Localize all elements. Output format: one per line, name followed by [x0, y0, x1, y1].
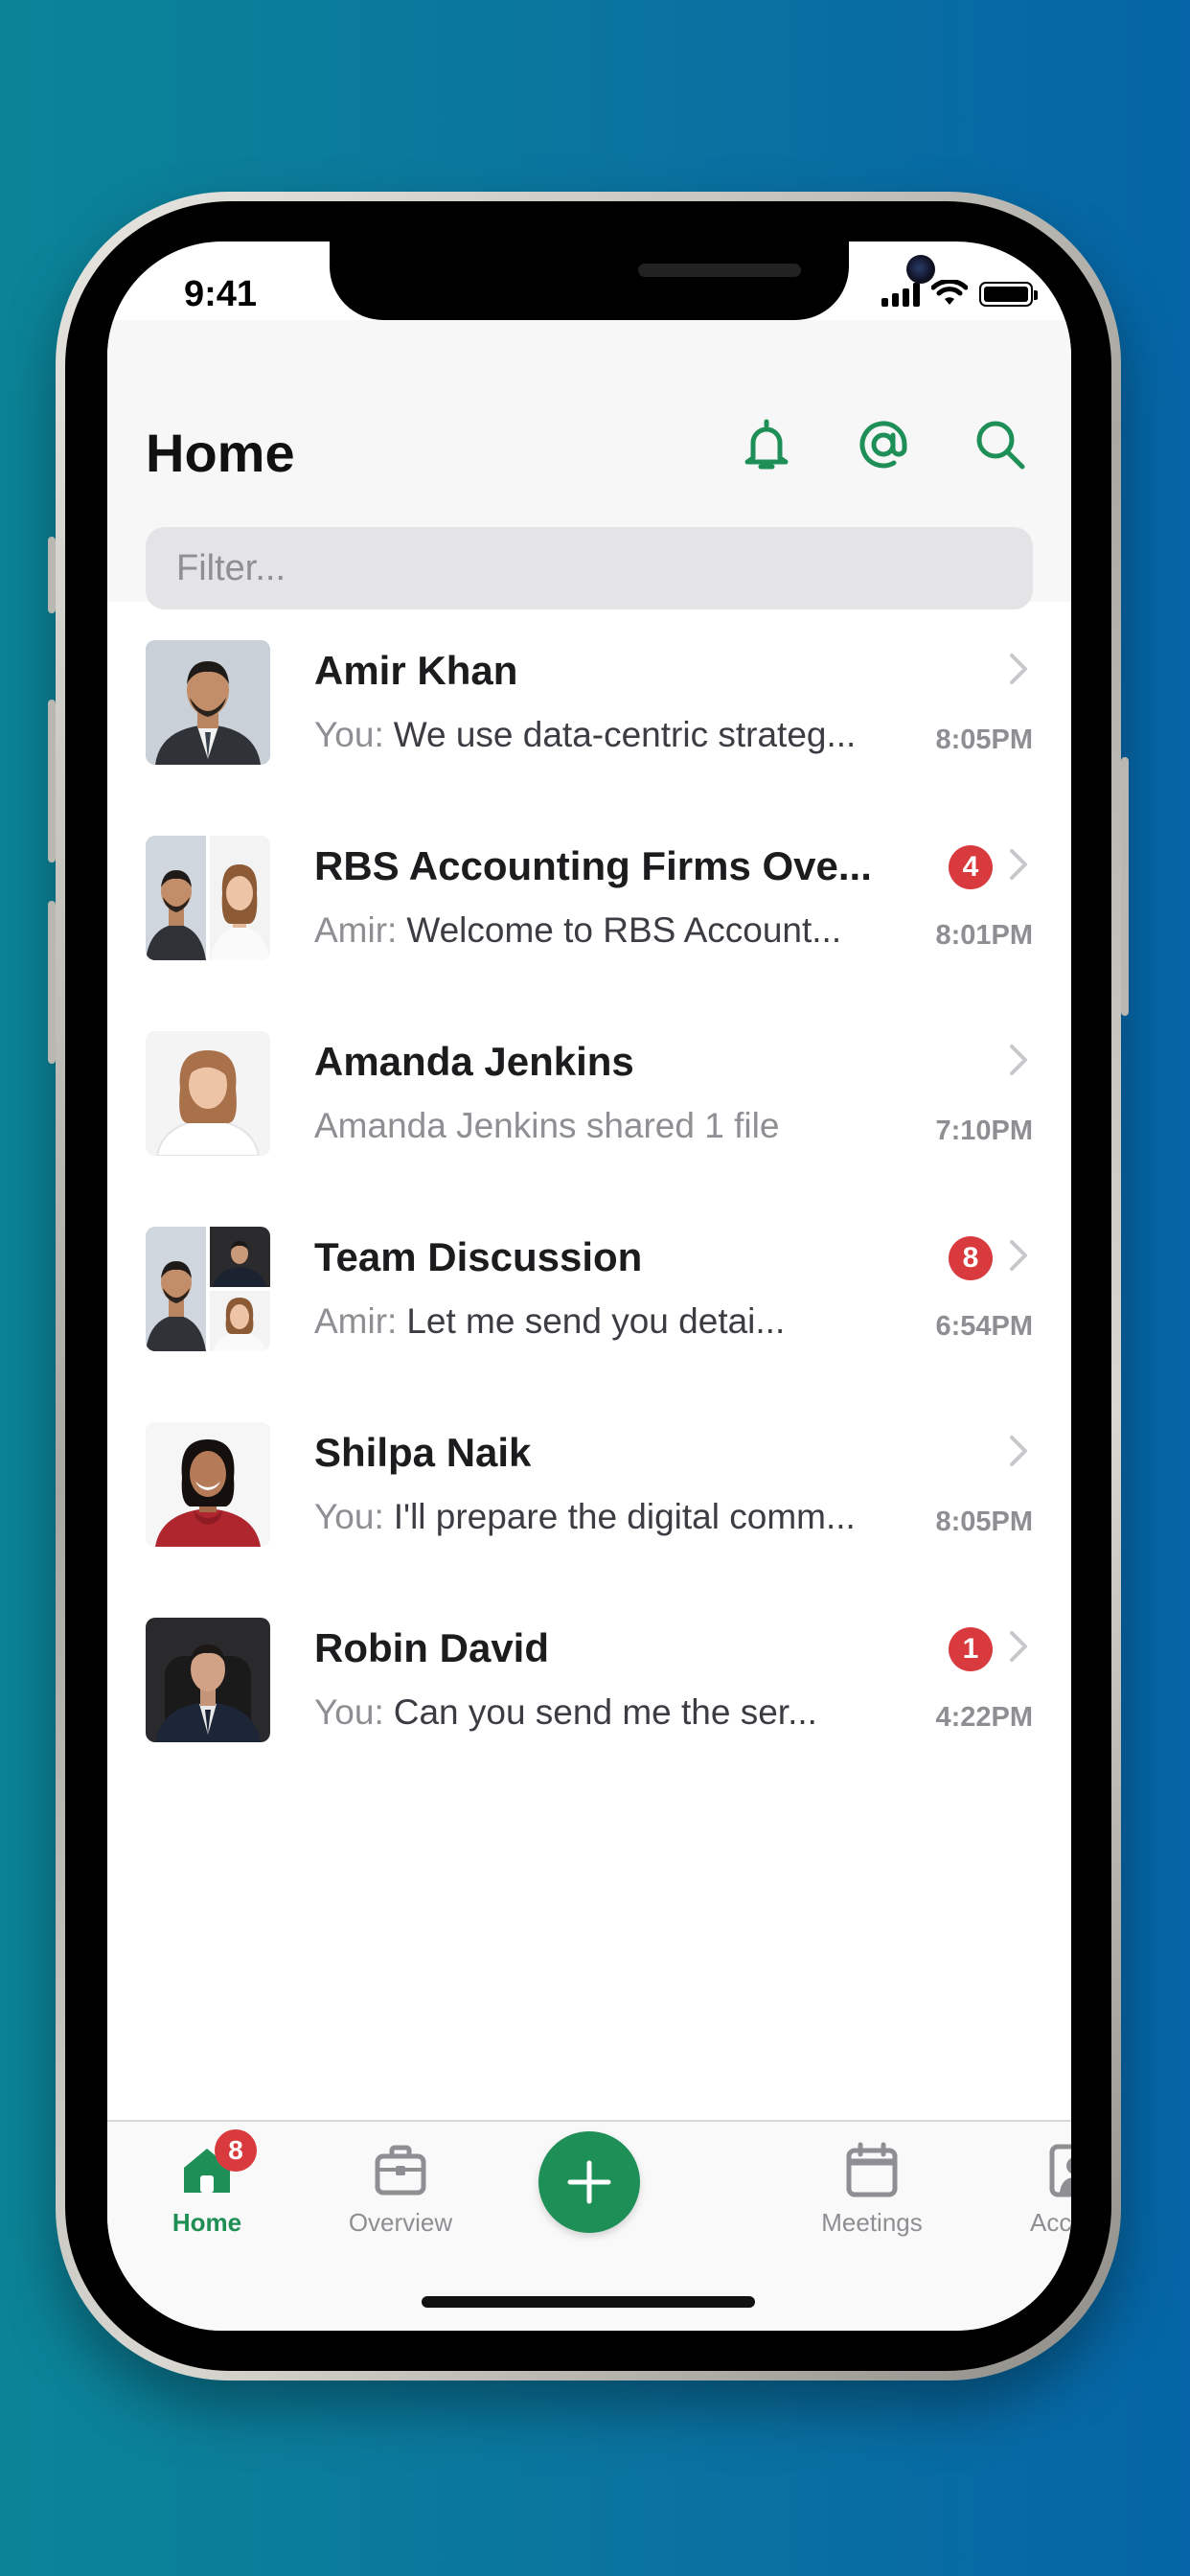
preview-sender: You:	[314, 1497, 384, 1536]
calendar-icon	[843, 2141, 901, 2198]
unread-badge: 4	[949, 845, 993, 889]
wifi-icon	[931, 280, 968, 305]
chevron-right-icon	[1008, 1434, 1033, 1472]
filter-input[interactable]: Filter...	[146, 527, 1033, 610]
chevron-right-icon	[1008, 1238, 1033, 1276]
conversation-name: Amanda Jenkins	[314, 1039, 634, 1084]
battery-icon	[979, 282, 1038, 307]
status-icons	[881, 280, 1038, 307]
conversation-row[interactable]: Shilpa Naik You: I'll prepare the digital…	[107, 1384, 1071, 1579]
conversation-name: RBS Accounting Firms Ove...	[314, 843, 872, 888]
avatar	[146, 1422, 270, 1547]
conversation-row[interactable]: Amanda Jenkins Amanda Jenkins shared 1 f…	[107, 993, 1071, 1188]
preview-text: Amanda Jenkins shared 1 file	[314, 1106, 780, 1145]
preview-sender: Amir:	[314, 1301, 398, 1341]
group-avatar	[146, 836, 270, 960]
preview-text: Let me send you detai...	[406, 1301, 786, 1341]
earpiece-speaker	[638, 264, 801, 277]
conversation-time: 8:05PM	[935, 1506, 1033, 1537]
conversation-time: 8:01PM	[935, 920, 1033, 951]
conversation-name: Shilpa Naik	[314, 1430, 532, 1475]
unread-badge: 1	[949, 1627, 993, 1671]
front-camera	[906, 255, 935, 284]
conversation-time: 6:54PM	[935, 1311, 1033, 1342]
tab-label: Overview	[348, 2208, 453, 2237]
chevron-right-icon	[1008, 652, 1033, 690]
conversation-preview: Amir: Welcome to RBS Account...	[314, 910, 841, 951]
notch	[330, 242, 935, 320]
header: Home Filter...	[107, 320, 1071, 610]
tab-account[interactable]: Account	[989, 2141, 1071, 2238]
preview-text: We use data-centric strateg...	[393, 715, 857, 754]
conversation-name: Amir Khan	[314, 648, 518, 693]
bell-icon	[744, 419, 789, 470]
conversation-time: 4:22PM	[935, 1702, 1033, 1733]
briefcase-icon	[372, 2141, 429, 2198]
chevron-right-icon	[1008, 1043, 1033, 1081]
tab-label: Home	[172, 2208, 242, 2237]
home-badge: 8	[215, 2129, 257, 2172]
conversation-preview: Amir: Let me send you detai...	[314, 1301, 785, 1342]
at-sign-icon	[859, 421, 907, 469]
chevron-right-icon	[1008, 1629, 1033, 1668]
phone-side-button	[48, 537, 56, 613]
conversation-name: Robin David	[314, 1625, 550, 1670]
search-button[interactable]	[966, 410, 1035, 479]
unread-badge: 8	[949, 1236, 993, 1280]
conversation-preview: You: I'll prepare the digital comm...	[314, 1497, 856, 1537]
header-actions	[732, 410, 1035, 479]
status-time: 9:41	[184, 274, 258, 314]
conversation-name: Team Discussion	[314, 1234, 643, 1279]
conversation-list: Amir Khan You: We use data-centric strate…	[107, 602, 1071, 1775]
conversation-time: 8:05PM	[935, 724, 1033, 755]
conversation-row[interactable]: RBS Accounting Firms Ove... Amir: Welcome…	[107, 797, 1071, 993]
phone-side-button	[48, 901, 56, 1064]
conversation-row[interactable]: Amir Khan You: We use data-centric strate…	[107, 602, 1071, 797]
home-icon: 8	[178, 2129, 257, 2198]
preview-sender: You:	[314, 1692, 384, 1732]
preview-text: Welcome to RBS Account...	[406, 910, 842, 950]
new-button[interactable]	[538, 2131, 640, 2233]
notifications-button[interactable]	[732, 410, 801, 479]
search-icon	[976, 421, 1025, 470]
app-screen: 9:41 Home Filter... Amir Khan You: We us…	[107, 242, 1071, 2331]
avatar	[146, 1618, 270, 1742]
avatar	[146, 1031, 270, 1156]
conversation-preview: You: Can you send me the ser...	[314, 1692, 817, 1733]
home-indicator	[422, 2296, 755, 2308]
preview-sender: You:	[314, 715, 384, 754]
phone-side-button	[1121, 757, 1129, 1016]
preview-text: Can you send me the ser...	[393, 1692, 817, 1732]
conversation-time: 7:10PM	[935, 1116, 1033, 1146]
tab-overview[interactable]: Overview	[314, 2141, 487, 2238]
group-avatar	[146, 1227, 270, 1351]
chevron-right-icon	[1008, 847, 1033, 886]
tab-meetings[interactable]: Meetings	[786, 2141, 958, 2238]
conversation-preview: Amanda Jenkins shared 1 file	[314, 1106, 779, 1146]
cellular-signal-icon	[881, 282, 920, 307]
page-title: Home	[146, 423, 295, 483]
tab-home[interactable]: 8 Home	[121, 2129, 293, 2238]
preview-sender: Amir:	[314, 910, 398, 950]
person-icon	[1046, 2141, 1071, 2198]
tab-label: Account	[1030, 2208, 1071, 2237]
mentions-button[interactable]	[849, 410, 918, 479]
avatar	[146, 640, 270, 765]
conversation-row[interactable]: Robin David You: Can you send me the ser.…	[107, 1579, 1071, 1775]
conversation-preview: You: We use data-centric strateg...	[314, 715, 856, 755]
tab-label: Meetings	[821, 2208, 923, 2237]
phone-side-button	[48, 700, 56, 862]
preview-text: I'll prepare the digital comm...	[393, 1497, 856, 1536]
conversation-row[interactable]: Team Discussion Amir: Let me send you det…	[107, 1188, 1071, 1384]
plus-icon	[567, 2160, 611, 2204]
